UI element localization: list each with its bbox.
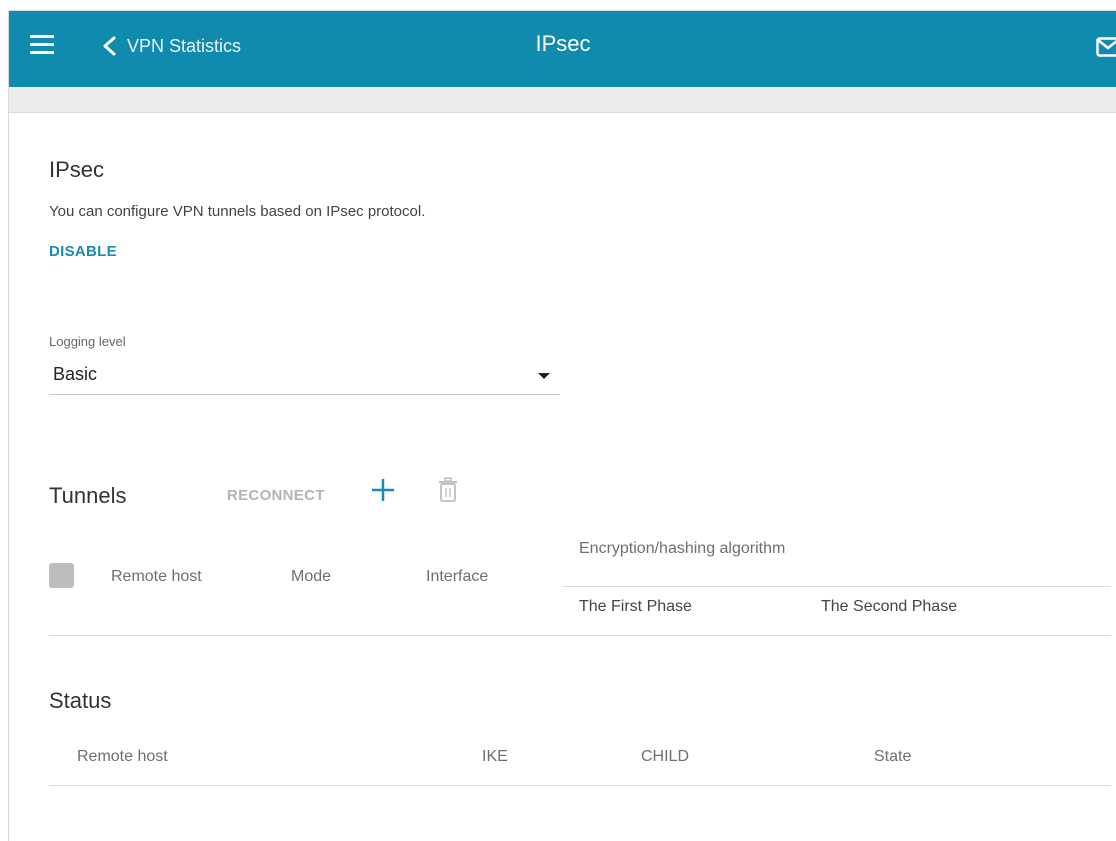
- page-title: IPsec: [535, 31, 591, 56]
- encryption-header-divider: [563, 586, 1111, 587]
- disable-button[interactable]: DISABLE: [49, 243, 117, 260]
- status-col-child: CHILD: [641, 748, 690, 765]
- col-second-phase: The Second Phase: [821, 598, 958, 615]
- section-description: You can configure VPN tunnels based on I…: [49, 203, 426, 220]
- reconnect-button[interactable]: RECONNECT: [227, 487, 325, 504]
- col-interface: Interface: [426, 568, 489, 585]
- top-bar: VPN Statistics IPsec: [9, 11, 1116, 87]
- status-col-state: State: [874, 748, 912, 765]
- logging-level-label: Logging level: [49, 334, 126, 349]
- plus-icon[interactable]: [369, 476, 397, 504]
- trash-icon[interactable]: [438, 477, 458, 503]
- col-encryption-hashing: Encryption/hashing algorithm: [579, 540, 786, 557]
- status-col-remote-host: Remote host: [77, 748, 168, 765]
- section-title: IPsec: [49, 157, 105, 182]
- select-all-checkbox[interactable]: [49, 563, 74, 588]
- main-content: IPsec You can configure VPN tunnels base…: [9, 113, 1116, 841]
- status-col-ike: IKE: [482, 748, 508, 765]
- tunnels-table-divider: [49, 635, 1111, 636]
- status-title: Status: [49, 688, 112, 713]
- logging-level-select[interactable]: Basic: [49, 355, 560, 395]
- col-first-phase: The First Phase: [579, 598, 692, 615]
- tunnels-title: Tunnels: [49, 483, 127, 508]
- logging-level-value: Basic: [53, 364, 98, 384]
- envelope-icon[interactable]: [1096, 37, 1116, 57]
- status-table-divider: [49, 785, 1111, 786]
- app-frame: VPN Statistics IPsec IPsec You can confi…: [8, 10, 1116, 841]
- sub-header-strip: [9, 87, 1116, 113]
- col-mode: Mode: [291, 568, 332, 585]
- col-remote-host: Remote host: [111, 568, 202, 585]
- caret-down-icon: [538, 373, 550, 379]
